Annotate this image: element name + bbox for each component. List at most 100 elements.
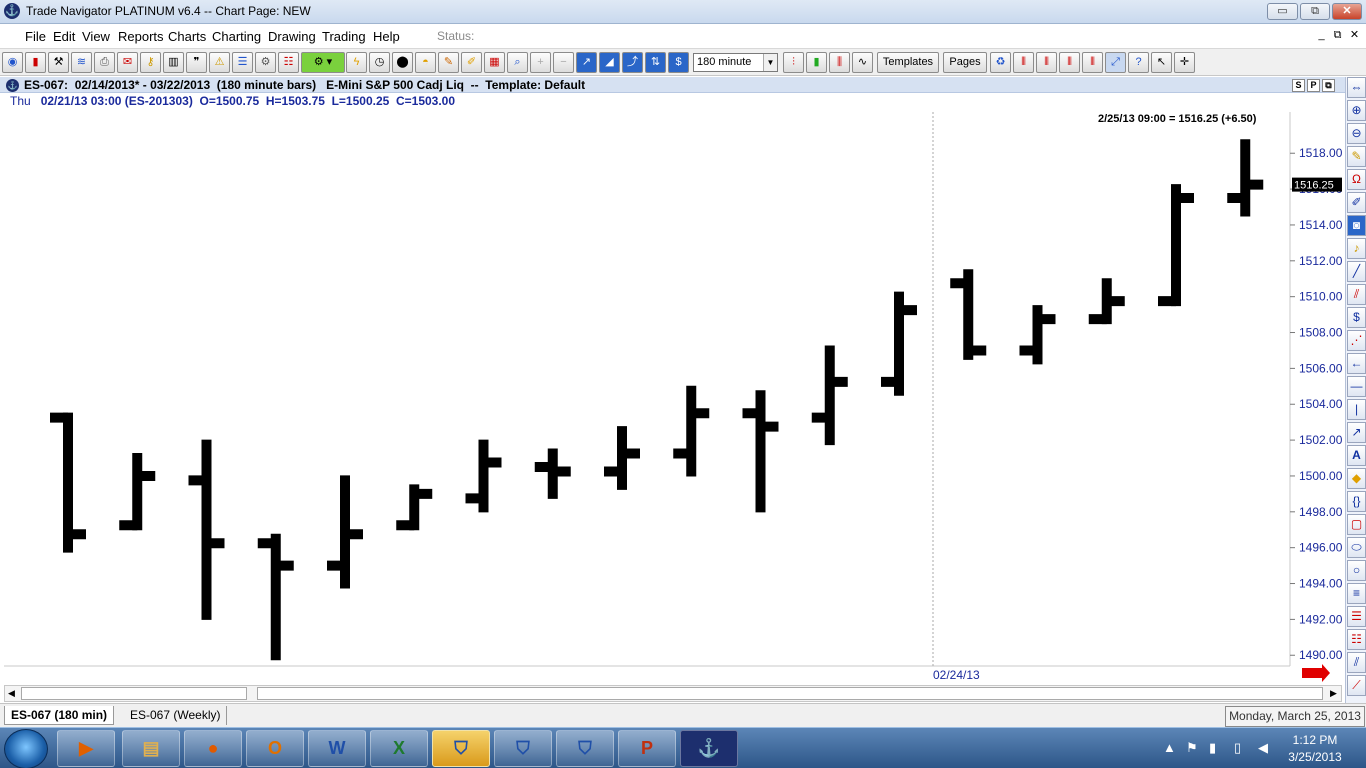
scrollbar-track[interactable]: [257, 687, 1323, 700]
list-icon[interactable]: ☰: [232, 52, 253, 73]
zoom-in-icon[interactable]: ⌕: [507, 52, 528, 73]
tab-es-067-weekly[interactable]: ES-067 (Weekly): [124, 706, 228, 725]
recycle-icon[interactable]: ♻: [990, 52, 1011, 73]
vertical-line-icon[interactable]: |: [1347, 399, 1366, 420]
powerpoint-icon[interactable]: P: [618, 730, 676, 767]
trade-navigator-icon[interactable]: ⚓: [680, 730, 738, 767]
hat-icon[interactable]: ◓: [415, 52, 436, 73]
ellipse-icon[interactable]: ⬭: [1347, 537, 1366, 558]
quote-icon[interactable]: ❞: [186, 52, 207, 73]
compress-bars-icon[interactable]: ⫴: [1036, 52, 1057, 73]
scroll-right-arrow-icon[interactable]: ▶: [1330, 688, 1337, 699]
circle-icon[interactable]: ○: [1347, 560, 1366, 581]
bar-chart-icon[interactable]: ▥: [163, 52, 184, 73]
autoscale-icon[interactable]: ⤢: [1105, 52, 1126, 73]
menu-charts[interactable]: Charts: [168, 29, 206, 44]
battery-icon[interactable]: ▯: [1234, 740, 1241, 756]
chart-s-button[interactable]: S: [1292, 79, 1305, 92]
mail-icon[interactable]: ✉: [117, 52, 138, 73]
price-chart[interactable]: 1490.00 1492.00 1494.00 1496.00 1498.00 1500.…: [4, 112, 1346, 685]
flag-icon[interactable]: ⚑: [1186, 740, 1198, 756]
explorer-icon[interactable]: ▤: [122, 730, 180, 767]
globe-icon[interactable]: ◉: [2, 52, 23, 73]
hlc-bar-icon[interactable]: ⫼: [829, 52, 850, 73]
grid-icon[interactable]: ▦: [484, 52, 505, 73]
menu-file[interactable]: File: [25, 29, 46, 44]
cycle-icon[interactable]: ◙: [1347, 215, 1366, 236]
menu-charting[interactable]: Charting: [212, 29, 261, 44]
zoom-out-icon[interactable]: ⊖: [1347, 123, 1366, 144]
excel-icon[interactable]: X: [370, 730, 428, 767]
signal-icon[interactable]: ▮: [1209, 740, 1216, 756]
trend-icon[interactable]: ⤴: [622, 52, 643, 73]
chart-wizard-icon[interactable]: ≋: [71, 52, 92, 73]
speed-lines-icon[interactable]: ⟋: [1347, 675, 1366, 696]
menu-help[interactable]: Help: [373, 29, 400, 44]
gann-icon[interactable]: ☷: [1347, 629, 1366, 650]
remove-tick-icon[interactable]: −: [553, 52, 574, 73]
fibonacci-icon[interactable]: ☰: [1347, 606, 1366, 627]
volume-icon[interactable]: ◀: [1258, 740, 1268, 756]
color-icon[interactable]: ◆: [1347, 468, 1366, 489]
ohlc-bar-icon[interactable]: ⫶: [783, 52, 804, 73]
arrow-icon[interactable]: ↗: [1347, 422, 1366, 443]
maximize-button[interactable]: ⧉: [1300, 3, 1330, 20]
firefox-icon[interactable]: ●: [184, 730, 242, 767]
highlight-icon[interactable]: ✐: [461, 52, 482, 73]
symbol-icon[interactable]: $: [668, 52, 689, 73]
trade-icon[interactable]: ⚙ ▾: [301, 52, 345, 73]
print-icon[interactable]: ⎙: [94, 52, 115, 73]
alert-icon[interactable]: ⚠: [209, 52, 230, 73]
menu-drawing[interactable]: Drawing: [268, 29, 316, 44]
menu-trading[interactable]: Trading: [322, 29, 366, 44]
menu-edit[interactable]: Edit: [53, 29, 75, 44]
chart-restore-button[interactable]: ⧉: [1322, 79, 1335, 92]
scroll-left-icon[interactable]: ⫴: [1059, 52, 1080, 73]
mdi-restore-button[interactable]: ⧉: [1330, 28, 1345, 42]
help-cursor-icon[interactable]: ?: [1128, 52, 1149, 73]
pages-button[interactable]: Pages: [943, 52, 987, 73]
lightning-icon[interactable]: ϟ: [346, 52, 367, 73]
level-icon[interactable]: ≡: [1347, 583, 1366, 604]
crosshair-icon[interactable]: ✛: [1174, 52, 1195, 73]
shield-icon[interactable]: ⛉: [432, 730, 490, 767]
clock-icon[interactable]: ◷: [369, 52, 390, 73]
tools-icon[interactable]: ⚒: [48, 52, 69, 73]
text-tool-icon[interactable]: A: [1347, 445, 1366, 466]
pan-icon[interactable]: ⇔: [1347, 77, 1366, 98]
clock-time[interactable]: 1:12 PM: [1280, 733, 1350, 747]
record-icon[interactable]: ⬤: [392, 52, 413, 73]
tab-es-067-180-min[interactable]: ES-067 (180 min): [4, 706, 115, 725]
pen-icon[interactable]: ✐: [1347, 192, 1366, 213]
menu-reports[interactable]: Reports: [118, 29, 164, 44]
start-button[interactable]: [4, 729, 48, 768]
line-chart-icon[interactable]: ↗: [576, 52, 597, 73]
candlestick-icon[interactable]: ▮: [806, 52, 827, 73]
zoom-in-icon[interactable]: ⊕: [1347, 100, 1366, 121]
horizontal-scrollbar[interactable]: ◀ ▶: [4, 685, 1342, 702]
shield-icon-2[interactable]: ⛉: [494, 730, 552, 767]
eraser-icon[interactable]: ✎: [1347, 146, 1366, 167]
chevron-down-icon[interactable]: ▼: [763, 54, 777, 71]
chart-p-button[interactable]: P: [1307, 79, 1320, 92]
settings-icon[interactable]: ⚙: [255, 52, 276, 73]
horizontal-line-icon[interactable]: ―: [1347, 376, 1366, 397]
mdi-close-button[interactable]: ✕: [1347, 28, 1362, 42]
rectangle-icon[interactable]: ▢: [1347, 514, 1366, 535]
minimize-button[interactable]: ▭: [1267, 3, 1298, 20]
compare-icon[interactable]: ⇅: [645, 52, 666, 73]
clock-date[interactable]: 3/25/2013: [1280, 750, 1350, 764]
scroll-left-arrow-icon[interactable]: ◀: [8, 688, 15, 699]
pencil-icon[interactable]: ✎: [438, 52, 459, 73]
interval-select[interactable]: 180 minute ▼: [693, 53, 778, 72]
word-icon[interactable]: W: [308, 730, 366, 767]
scroll-right-icon[interactable]: ⫴: [1082, 52, 1103, 73]
traffic-light-icon[interactable]: ▮: [25, 52, 46, 73]
parallel-icon[interactable]: ⫽: [1347, 652, 1366, 673]
expand-bars-icon[interactable]: ⫴: [1013, 52, 1034, 73]
dollar-line-icon[interactable]: $: [1347, 307, 1366, 328]
scrollbar-thumb[interactable]: [21, 687, 247, 700]
pointer-icon[interactable]: ↖: [1151, 52, 1172, 73]
templates-button[interactable]: Templates: [877, 52, 939, 73]
magnet-icon[interactable]: Ω: [1347, 169, 1366, 190]
